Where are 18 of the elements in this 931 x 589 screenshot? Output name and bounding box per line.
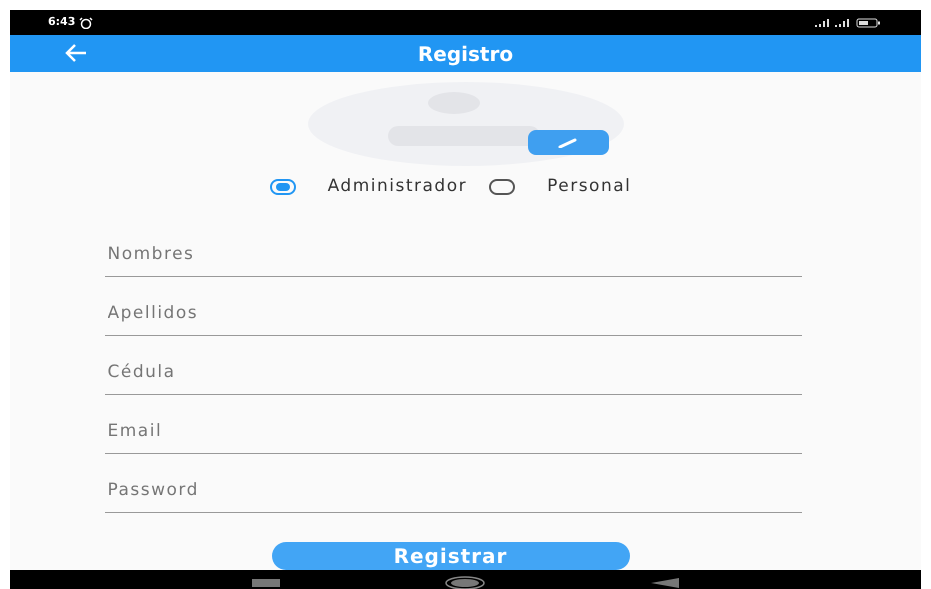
text-field[interactable]: Nombres: [104, 218, 802, 276]
home-icon[interactable]: [444, 576, 486, 589]
edit-photo-button[interactable]: [528, 130, 608, 155]
back-triangle-icon[interactable]: [650, 578, 679, 588]
text-field[interactable]: Email: [104, 394, 802, 454]
role-radio[interactable]: Administrador: [270, 174, 468, 200]
page-title: Registro: [418, 40, 514, 68]
signal-battery-icons: [813, 18, 883, 28]
status-time: 6:43: [48, 14, 76, 30]
alarm-icon: [79, 16, 94, 28]
text-field[interactable]: Password: [104, 454, 802, 512]
text-field[interactable]: Cédula: [104, 336, 802, 394]
back-button[interactable]: [65, 43, 87, 63]
role-radio[interactable]: Personal: [489, 174, 632, 200]
back-arrow-icon: [65, 43, 87, 63]
recents-icon[interactable]: [252, 578, 280, 586]
pencil-icon: [558, 138, 578, 148]
text-field[interactable]: Apellidos: [104, 276, 802, 336]
